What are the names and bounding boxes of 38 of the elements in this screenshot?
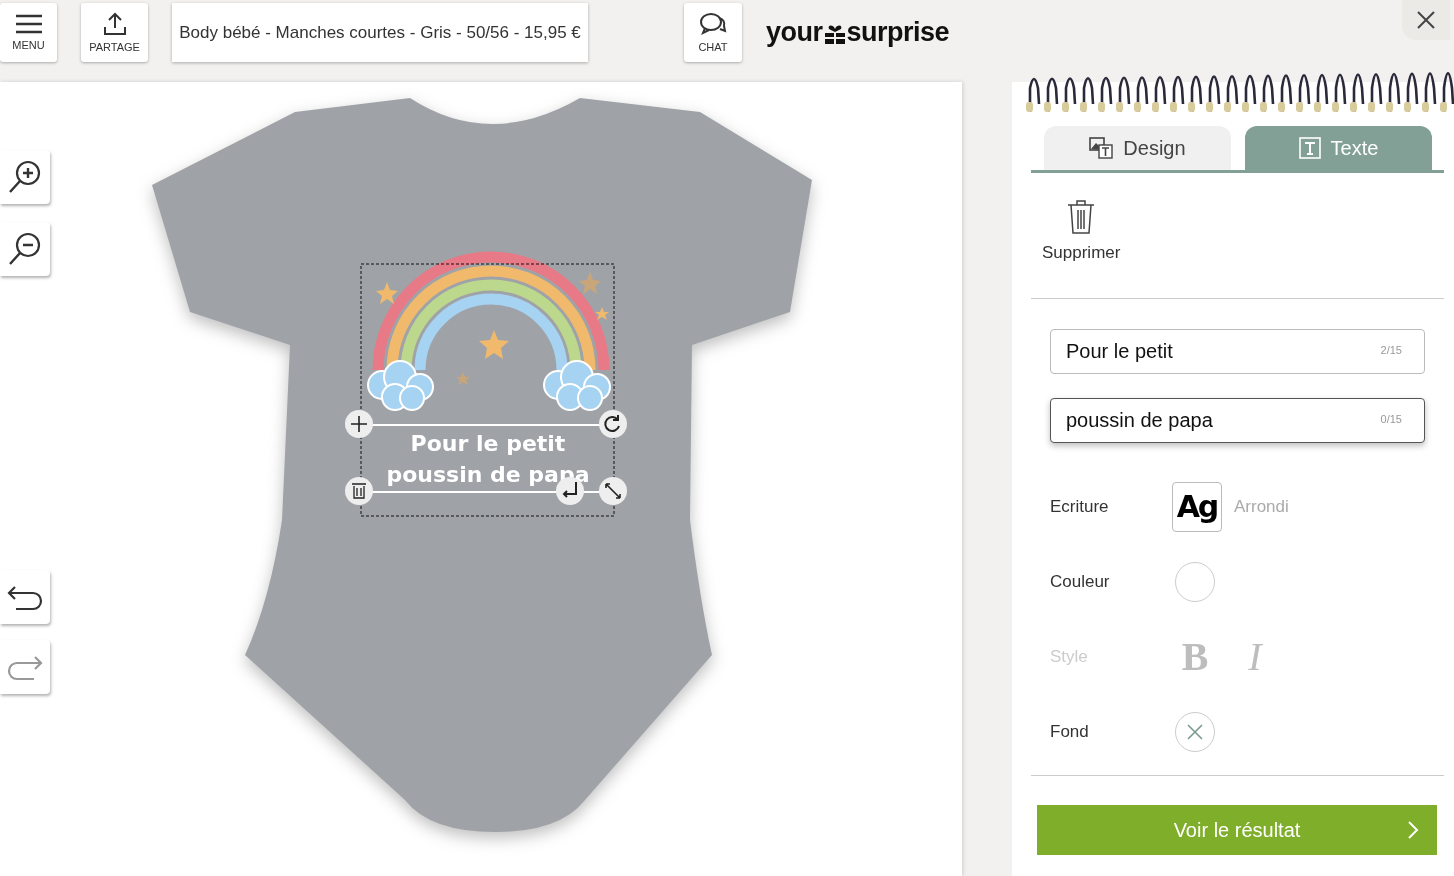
character-counter: 2/15 — [1380, 344, 1402, 356]
print-text: Pour le petit — [410, 431, 566, 456]
undo-button[interactable] — [0, 570, 50, 624]
close-icon — [1417, 11, 1435, 29]
menu-button[interactable]: MENU — [0, 3, 57, 62]
font-name: Arrondi — [1234, 496, 1289, 517]
brand-logo[interactable]: your surprise — [766, 17, 950, 48]
chat-icon — [699, 12, 727, 36]
close-button[interactable] — [1402, 0, 1450, 40]
zoom-in-button[interactable] — [0, 150, 50, 204]
rotate-handle[interactable] — [599, 410, 627, 438]
zoom-out-icon — [7, 231, 43, 267]
option-label: Ecriture — [1050, 496, 1110, 517]
color-swatch[interactable] — [1175, 561, 1215, 602]
character-counter: 0/15 — [1380, 413, 1402, 425]
zoom-in-icon — [7, 159, 43, 195]
menu-icon — [14, 14, 43, 34]
chat-button[interactable]: CHAT — [684, 3, 742, 62]
trash-icon — [1067, 199, 1096, 235]
font-sample-button[interactable]: Ag — [1172, 481, 1222, 532]
product-title: Body bébé - Manches courtes - Gris - 50/56 - 15,95 € — [172, 3, 588, 62]
delete-handle[interactable] — [345, 477, 373, 505]
chevron-right-icon — [1407, 820, 1419, 840]
option-label: Fond — [1050, 721, 1090, 742]
upload-icon — [102, 12, 127, 36]
share-button[interactable]: PARTAGE — [81, 3, 148, 62]
panel-tab[interactable]: Design — [1044, 126, 1231, 170]
redo-icon — [6, 653, 44, 681]
image-text-icon — [1089, 137, 1114, 159]
close-icon — [1187, 723, 1203, 740]
redo-button[interactable] — [0, 640, 50, 694]
undo-icon — [6, 583, 44, 611]
option-label: Couleur — [1050, 571, 1111, 592]
move-handle[interactable] — [345, 410, 373, 438]
resize-handle[interactable] — [599, 477, 627, 505]
zoom-out-button[interactable] — [0, 222, 50, 276]
delete-button[interactable]: Supprimer — [1031, 199, 1121, 263]
text-icon — [1298, 137, 1321, 159]
